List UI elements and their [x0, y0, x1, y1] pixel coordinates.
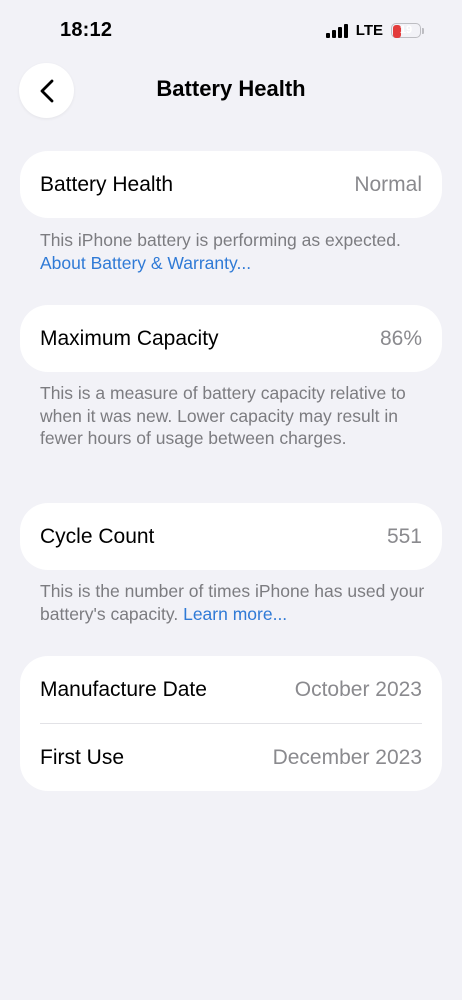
- page-title: Battery Health: [156, 76, 306, 101]
- battery-health-value: Normal: [354, 172, 422, 196]
- manufacture-date-value: October 2023: [294, 677, 422, 701]
- cycle-count-label: Cycle Count: [40, 524, 155, 548]
- battery-icon: 19: [391, 23, 421, 38]
- maximum-capacity-value: 86%: [379, 326, 422, 350]
- status-bar: 18:12 LTE 19: [0, 0, 462, 62]
- first-use-row: First Use December 2023: [20, 724, 442, 791]
- cellular-signal-icon: [325, 23, 348, 38]
- battery-health-description: This iPhone battery is performing as exp…: [40, 230, 401, 250]
- battery-health-label: Battery Health: [40, 172, 174, 196]
- first-use-label: First Use: [40, 745, 124, 769]
- manufacture-date-label: Manufacture Date: [40, 677, 207, 701]
- network-type: LTE: [355, 22, 383, 39]
- battery-health-card: Battery Health Normal: [20, 151, 442, 218]
- maximum-capacity-footnote: This is a measure of battery capacity re…: [40, 382, 432, 450]
- status-indicators: LTE 19: [325, 22, 424, 39]
- maximum-capacity-card: Maximum Capacity 86%: [20, 305, 442, 372]
- maximum-capacity-description: This is a measure of battery capacity re…: [40, 383, 406, 448]
- about-battery-warranty-link[interactable]: About Battery & Warranty...: [40, 253, 251, 273]
- navigation-bar: Battery Health: [0, 62, 462, 118]
- manufacture-date-row: Manufacture Date October 2023: [20, 656, 442, 723]
- cycle-count-value: 551: [386, 524, 422, 548]
- status-time: 18:12: [60, 19, 113, 41]
- cycle-count-footnote: This is the number of times iPhone has u…: [40, 580, 432, 625]
- cycle-count-row: Cycle Count 551: [20, 503, 442, 570]
- battery-cap: [422, 27, 424, 34]
- dates-card: Manufacture Date October 2023 First Use …: [20, 656, 442, 791]
- maximum-capacity-row: Maximum Capacity 86%: [20, 305, 442, 372]
- cycle-count-card: Cycle Count 551: [20, 503, 442, 570]
- maximum-capacity-label: Maximum Capacity: [40, 326, 219, 350]
- battery-health-footnote: This iPhone battery is performing as exp…: [40, 229, 432, 274]
- first-use-value: December 2023: [272, 745, 422, 769]
- learn-more-link[interactable]: Learn more...: [183, 604, 287, 624]
- battery-level: 19: [399, 24, 413, 36]
- battery-health-row: Battery Health Normal: [20, 151, 442, 218]
